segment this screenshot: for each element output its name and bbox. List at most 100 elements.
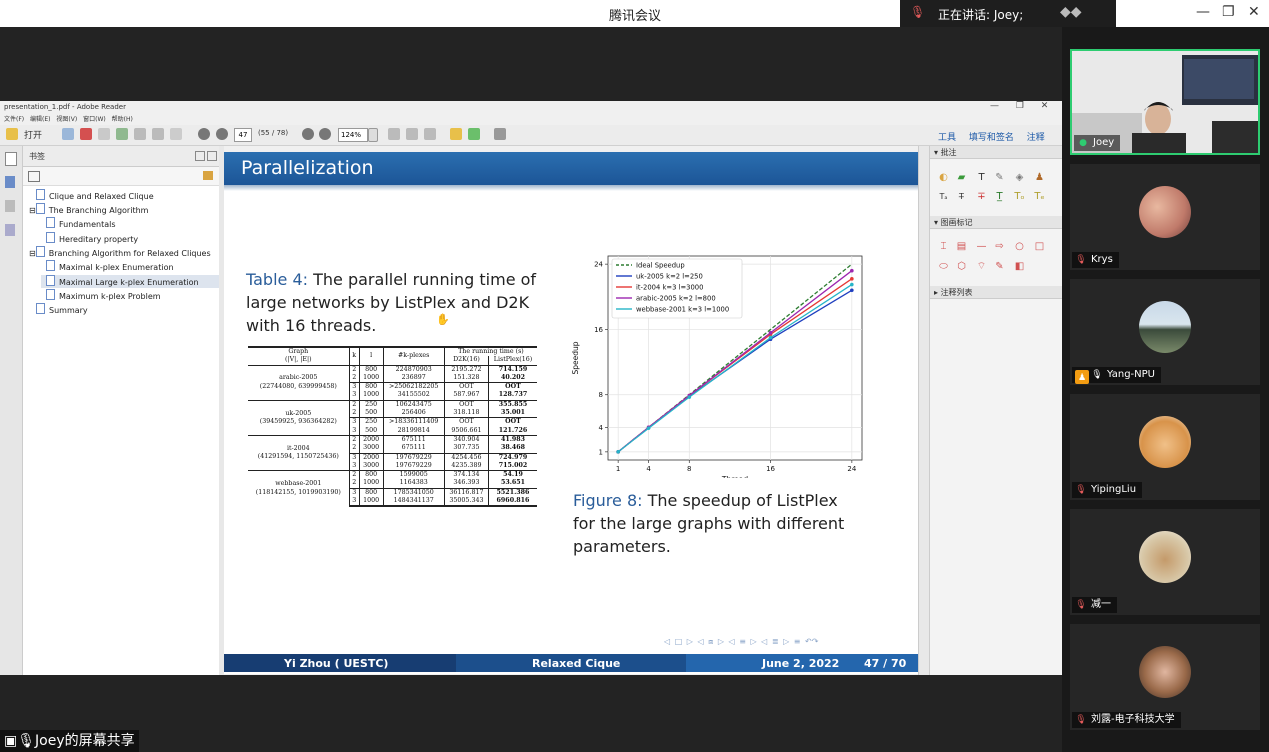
next-page-icon[interactable] (216, 128, 228, 140)
text-icon[interactable]: T (976, 172, 987, 183)
edit-icon[interactable] (98, 128, 110, 140)
mic-muted-icon: 🎙 (1075, 255, 1087, 265)
screen-share-label: ▣🎙Joey的屏幕共享 (0, 730, 139, 752)
bookmark-item[interactable]: Summary (36, 303, 88, 316)
bookmark-item-selected[interactable]: Maximal Large k-plex Enumeration (41, 275, 220, 288)
pages-icon[interactable] (5, 152, 17, 166)
insert-text-icon[interactable]: Tₐ (938, 191, 949, 202)
beamer-navigation-icons[interactable]: ◁ □ ▷ ◁ ⧈ ▷ ◁ ≡ ▷ ◁ ≣ ▷ ≡ ↶↷ (664, 637, 818, 647)
comment-icon[interactable] (450, 128, 462, 140)
text-note-icon[interactable]: Tₒ (1014, 191, 1025, 202)
l-cell: 800 (358, 470, 384, 480)
textbox-icon[interactable]: ⌶ (938, 241, 949, 252)
participant-tile-liulu[interactable]: 🎙 刘露-电子科技大学 (1070, 624, 1260, 730)
line-icon[interactable]: — (976, 241, 987, 252)
bookmark-label: Fundamentals (59, 220, 116, 229)
attachment-icon[interactable] (5, 200, 15, 212)
cloud-shape-icon[interactable]: ⬭ (938, 261, 949, 272)
reader-window-controls[interactable]: — ❐ ✕ (990, 101, 1048, 111)
attach-icon[interactable]: ✎ (994, 172, 1005, 183)
participant-name: Joey (1093, 137, 1115, 148)
layers-icon[interactable] (5, 224, 15, 236)
bookmark-icon[interactable] (5, 176, 15, 188)
plexes-cell: 34155502 (382, 391, 445, 401)
cloud-icon[interactable] (116, 128, 128, 140)
print-icon[interactable] (152, 128, 164, 140)
sticky-note-icon[interactable]: ◐ (938, 172, 949, 183)
prev-page-icon[interactable] (198, 128, 210, 140)
rectangle-icon[interactable]: □ (1034, 241, 1045, 252)
email-icon[interactable] (170, 128, 182, 140)
annotations-header[interactable]: ▾ 批注 (930, 146, 1063, 159)
listplex-cell: 5521.386 (487, 487, 537, 498)
data-point (850, 277, 854, 281)
save-icon[interactable] (134, 128, 146, 140)
comment-list-header[interactable]: ▸ 注释列表 (930, 286, 1063, 299)
new-bookmark-icon[interactable] (203, 171, 213, 180)
minimize-button[interactable]: — (1196, 4, 1210, 20)
zoom-select[interactable]: 124% (338, 128, 368, 142)
plexes-cell: 28199814 (382, 426, 445, 436)
text-comment-icon[interactable]: Tₑ (1034, 191, 1045, 202)
graph-cell: it-2004 (41291594, 1150725436) (248, 434, 350, 471)
strikeout-icon[interactable]: ∓ (976, 191, 987, 202)
bookmark-item[interactable]: ⊟ Branching Algorithm for Relaxed Cliques (29, 246, 211, 259)
eraser-icon[interactable]: ◧ (1014, 261, 1025, 272)
highlight-icon[interactable]: ▰ (956, 172, 967, 183)
pencil-icon[interactable]: ✎ (994, 261, 1005, 272)
folder-icon[interactable] (6, 128, 18, 140)
expand-panel-icon[interactable] (207, 151, 217, 161)
pdf-icon[interactable] (80, 128, 92, 140)
page-count: (55 / 78) (258, 129, 289, 137)
replace-text-icon[interactable]: T̶ (956, 191, 967, 202)
bookmark-item[interactable]: Fundamentals (46, 217, 116, 230)
participant-tile-krys[interactable]: 🎙 Krys (1070, 164, 1260, 270)
l-cell: 800 (358, 487, 384, 498)
col-listplex: ListPlex(16) (487, 356, 537, 366)
reader-menu-bar[interactable]: 文件(F) 编辑(E) 视图(V) 窗口(W) 帮助(H) (4, 114, 133, 123)
k-cell: 2 (348, 373, 360, 383)
zoom-out-icon[interactable] (302, 128, 314, 140)
collapse-panel-icon[interactable] (195, 151, 205, 161)
oval-icon[interactable]: ○ (1014, 241, 1025, 252)
close-button[interactable]: ✕ (1248, 4, 1260, 20)
k-cell: 3 (348, 382, 360, 392)
col-d2k: D2K(16) (443, 356, 489, 366)
tools-links[interactable]: 工具 填写和签名 注释 (938, 130, 1045, 143)
page-number-input[interactable]: 47 (234, 128, 252, 142)
zoom-in-icon[interactable] (319, 128, 331, 140)
callout-icon[interactable]: ▤ (956, 241, 967, 252)
drawing-markup-header[interactable]: ▾ 图画标记 (930, 216, 1063, 229)
l-cell: 2000 (358, 434, 384, 445)
l-cell: 800 (358, 382, 384, 392)
underline-icon[interactable]: T̲ (994, 191, 1005, 202)
bookmark-item[interactable]: Hereditary property (46, 232, 138, 245)
participant-tile-jianyi[interactable]: 🎙 减一 (1070, 509, 1260, 615)
polygon-icon[interactable]: ⬡ (956, 261, 967, 272)
audio-icon[interactable]: ◈ (1014, 172, 1025, 183)
restore-button[interactable]: ❐ (1222, 4, 1235, 20)
participant-tile-yang-npu[interactable]: ♟ 🎙 Yang-NPU (1070, 279, 1260, 385)
scroll-mode-icon[interactable] (424, 128, 436, 140)
d2k-cell: 151.328 (443, 373, 489, 383)
stamp-icon[interactable]: ♟ (1034, 172, 1045, 183)
bookmark-item[interactable]: ⊟ The Branching Algorithm (29, 203, 148, 216)
fit-width-icon[interactable] (388, 128, 400, 140)
d2k-cell: 4235.389 (443, 461, 489, 471)
bookmark-item[interactable]: Maximum k-plex Problem (46, 289, 161, 302)
speaker-text: 正在讲话: Joey; (938, 8, 1024, 22)
participant-tile-joey[interactable]: ● Joey (1070, 49, 1260, 155)
bookmark-item[interactable]: Clique and Relaxed Clique (36, 189, 154, 202)
footer-date: June 2, 2022 (762, 657, 840, 670)
sign-icon[interactable] (468, 128, 480, 140)
participant-tile-yipingliu[interactable]: 🎙 YipingLiu (1070, 394, 1260, 500)
open-button[interactable]: 打开 (24, 128, 42, 141)
polyline-icon[interactable]: ⌔ (976, 261, 987, 272)
fit-page-icon[interactable] (406, 128, 418, 140)
fullscreen-icon[interactable] (494, 128, 506, 140)
bookmark-item[interactable]: Maximal k-plex Enumeration (46, 260, 174, 273)
zoom-dropdown-icon[interactable] (368, 128, 378, 142)
options-icon[interactable] (28, 171, 40, 182)
arrow-icon[interactable]: ⇨ (994, 241, 1005, 252)
create-icon[interactable] (62, 128, 74, 140)
